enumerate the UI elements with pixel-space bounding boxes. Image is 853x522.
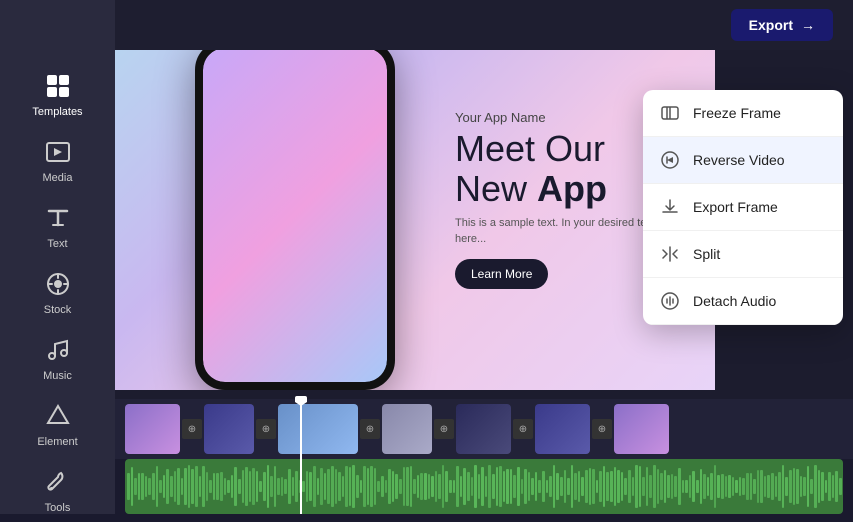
timeline-clip-6[interactable] xyxy=(535,404,590,454)
split-label: Split xyxy=(693,246,720,262)
freeze-frame-icon xyxy=(659,102,681,124)
menu-item-export-frame[interactable]: Export Frame xyxy=(643,184,843,231)
clip-transition-2: ⊕ xyxy=(256,419,276,439)
stock-label: Stock xyxy=(44,304,72,316)
phone-preview xyxy=(195,50,415,390)
detach-audio-label: Detach Audio xyxy=(693,293,776,309)
sidebar-item-media[interactable]: Media xyxy=(0,126,115,192)
timeline-clip-1[interactable] xyxy=(125,404,180,454)
music-label: Music xyxy=(43,370,72,382)
clip-transition-4: ⊕ xyxy=(434,419,454,439)
phone-frame xyxy=(195,50,395,390)
sidebar-item-text[interactable]: Text xyxy=(0,192,115,258)
clip-transition-6: ⊕ xyxy=(592,419,612,439)
tools-icon xyxy=(42,466,74,498)
media-label: Media xyxy=(43,172,73,184)
export-label: Export xyxy=(749,17,793,33)
preview-canvas: Your App Name Meet Our New App This is a… xyxy=(115,50,715,390)
audio-waveform[interactable] xyxy=(125,459,843,514)
templates-label: Templates xyxy=(32,106,82,118)
freeze-frame-label: Freeze Frame xyxy=(693,105,781,121)
app-text-overlay: Your App Name Meet Our New App This is a… xyxy=(455,110,655,289)
sidebar-item-music[interactable]: Music xyxy=(0,324,115,390)
top-bar: Export → xyxy=(115,0,853,50)
app-description: This is a sample text. In your desired t… xyxy=(455,216,655,247)
music-icon xyxy=(42,334,74,366)
menu-item-split[interactable]: Split xyxy=(643,231,843,278)
clip-transition-3: ⊕ xyxy=(360,419,380,439)
timeline-clip-2[interactable] xyxy=(204,404,254,454)
detach-audio-icon xyxy=(659,290,681,312)
text-label: Text xyxy=(47,238,67,250)
element-icon xyxy=(42,400,74,432)
tools-label: Tools xyxy=(45,502,71,514)
menu-item-freeze-frame[interactable]: Freeze Frame xyxy=(643,90,843,137)
menu-item-reverse-video[interactable]: Reverse Video xyxy=(643,137,843,184)
sidebar-item-templates[interactable]: Templates xyxy=(0,60,115,126)
export-frame-label: Export Frame xyxy=(693,199,778,215)
phone-screen xyxy=(203,50,387,382)
learn-more-button[interactable]: Learn More xyxy=(455,259,548,289)
export-arrow-icon: → xyxy=(801,17,815,33)
export-frame-icon xyxy=(659,196,681,218)
clip-transition-5: ⊕ xyxy=(513,419,533,439)
waveform-bars xyxy=(125,459,843,514)
clip-transition-1: ⊕ xyxy=(182,419,202,439)
split-icon xyxy=(659,243,681,265)
timeline-area: ⊕ ⊕ ⊕ ⊕ ⊕ ⊕ xyxy=(115,399,853,514)
sidebar-item-stock[interactable]: Stock xyxy=(0,258,115,324)
app-title-line1: Meet Our xyxy=(455,129,655,169)
timeline-clips: ⊕ ⊕ ⊕ ⊕ ⊕ ⊕ xyxy=(115,399,853,459)
timeline-clip-3[interactable] xyxy=(278,404,358,454)
sidebar-item-element[interactable]: Element xyxy=(0,390,115,456)
text-icon xyxy=(42,202,74,234)
timeline-clip-7[interactable] xyxy=(614,404,669,454)
menu-item-detach-audio[interactable]: Detach Audio xyxy=(643,278,843,325)
reverse-video-icon xyxy=(659,149,681,171)
app-subtitle: Your App Name xyxy=(455,110,655,125)
timeline-clip-4[interactable] xyxy=(382,404,432,454)
sidebar-item-tools[interactable]: Tools xyxy=(0,456,115,522)
element-label: Element xyxy=(37,436,77,448)
timeline-clip-5[interactable] xyxy=(456,404,511,454)
sidebar: Templates Media Text Stock xyxy=(0,0,115,514)
reverse-video-label: Reverse Video xyxy=(693,152,785,168)
context-menu: Freeze Frame Reverse Video Export Frame … xyxy=(643,90,843,325)
stock-icon xyxy=(42,268,74,300)
media-icon xyxy=(42,136,74,168)
templates-icon xyxy=(42,70,74,102)
export-button[interactable]: Export → xyxy=(731,9,833,41)
app-title-line2: New App xyxy=(455,169,655,209)
